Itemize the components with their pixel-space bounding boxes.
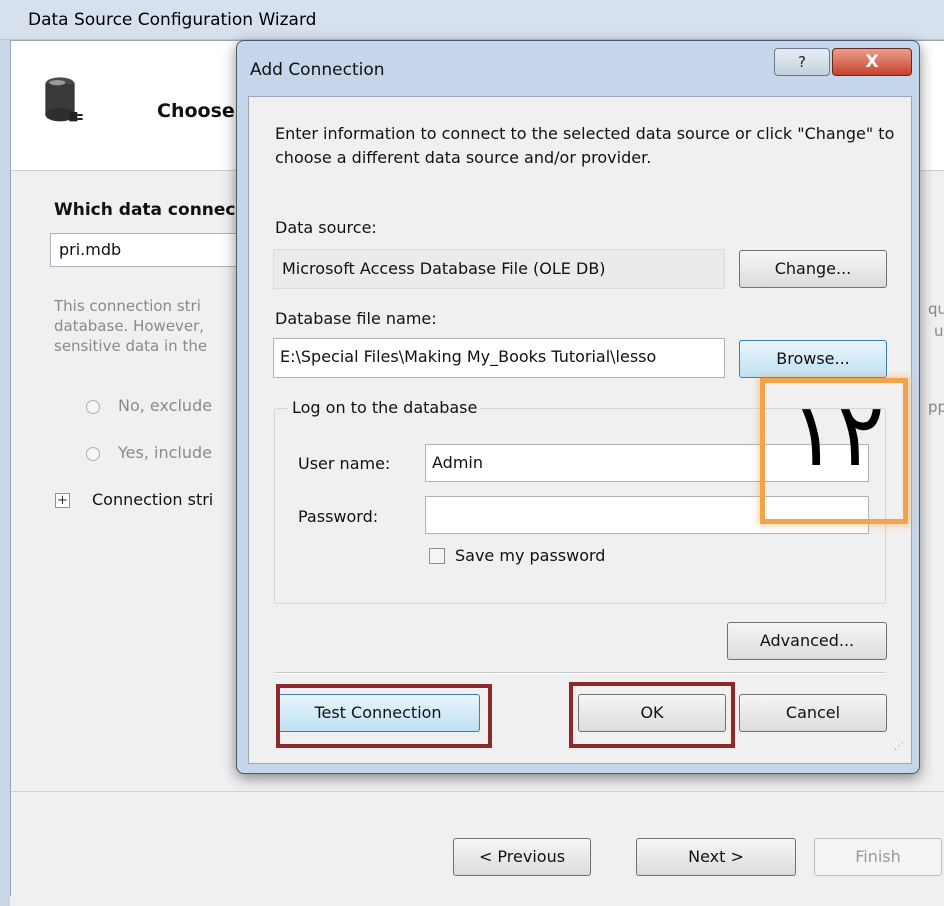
connection-dropdown[interactable]: pri.mdb: [50, 233, 240, 267]
cancel-button[interactable]: Cancel: [739, 694, 887, 732]
exclude-radio[interactable]: [86, 400, 100, 414]
previous-button[interactable]: < Previous: [453, 838, 591, 876]
help-button[interactable]: ?: [774, 48, 830, 76]
data-source-field: Microsoft Access Database File (OLE DB): [273, 249, 725, 289]
ok-highlight: [569, 682, 735, 748]
data-source-label: Data source:: [275, 218, 377, 237]
dialog-title: Add Connection: [250, 60, 385, 80]
close-button[interactable]: X: [832, 48, 912, 76]
database-file-label: Database file name:: [275, 309, 437, 328]
database-icon: [45, 77, 83, 122]
resize-grip-icon[interactable]: ⋰: [894, 742, 908, 758]
step-number: ١٢: [790, 383, 885, 486]
exclude-radio-label: No, exclude: [118, 396, 213, 415]
clipped-text: u: [934, 322, 944, 340]
expand-icon[interactable]: +: [55, 493, 70, 508]
clipped-text: qu: [928, 300, 944, 318]
test-connection-highlight: [276, 684, 492, 748]
include-radio[interactable]: [86, 447, 100, 461]
save-password-label: Save my password: [455, 546, 606, 565]
finish-button[interactable]: Finish: [814, 838, 942, 876]
change-button[interactable]: Change...: [739, 250, 887, 288]
advanced-button[interactable]: Advanced...: [727, 622, 887, 660]
logon-group-title: Log on to the database: [288, 398, 482, 417]
dialog-intro-text: Enter information to connect to the sele…: [275, 124, 895, 167]
connection-string-expander-label: Connection stri: [92, 490, 214, 509]
dialog-separator: [274, 672, 886, 674]
clipped-text: pp: [928, 398, 944, 416]
database-file-input[interactable]: E:\Special Files\Making My_Books Tutoria…: [273, 338, 725, 378]
wizard-title: Data Source Configuration Wizard: [28, 10, 317, 30]
connection-string-description: This connection stri database. However, …: [54, 297, 208, 355]
include-radio-label: Yes, include: [118, 443, 212, 462]
connection-question: Which data connec: [54, 200, 236, 220]
browse-button[interactable]: Browse...: [739, 340, 887, 378]
password-label: Password:: [298, 507, 379, 526]
save-password-checkbox[interactable]: [429, 548, 445, 564]
username-label: User name:: [298, 454, 391, 473]
wizard-left-edge: [0, 40, 10, 906]
wizard-heading: Choose: [157, 100, 235, 122]
next-button[interactable]: Next >: [636, 838, 796, 876]
